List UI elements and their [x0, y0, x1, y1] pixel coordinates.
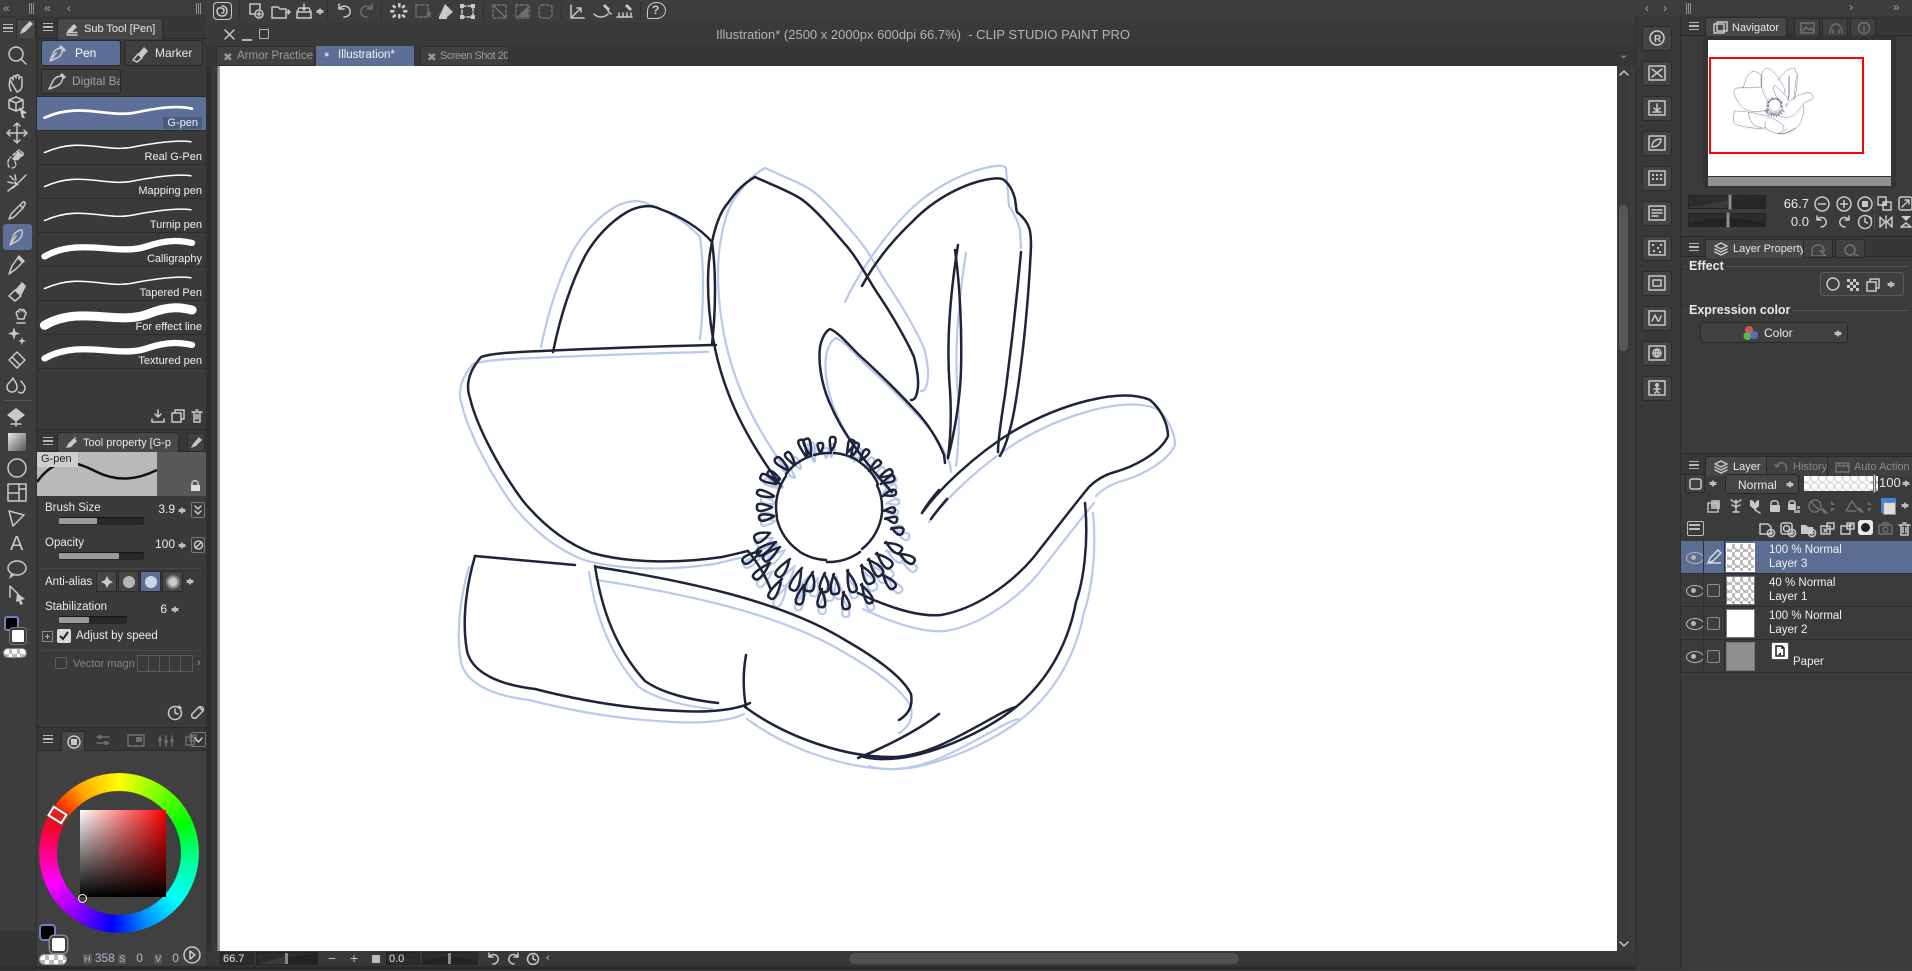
svg-text:R: R [1654, 34, 1662, 45]
svg-text:A: A [10, 533, 24, 555]
